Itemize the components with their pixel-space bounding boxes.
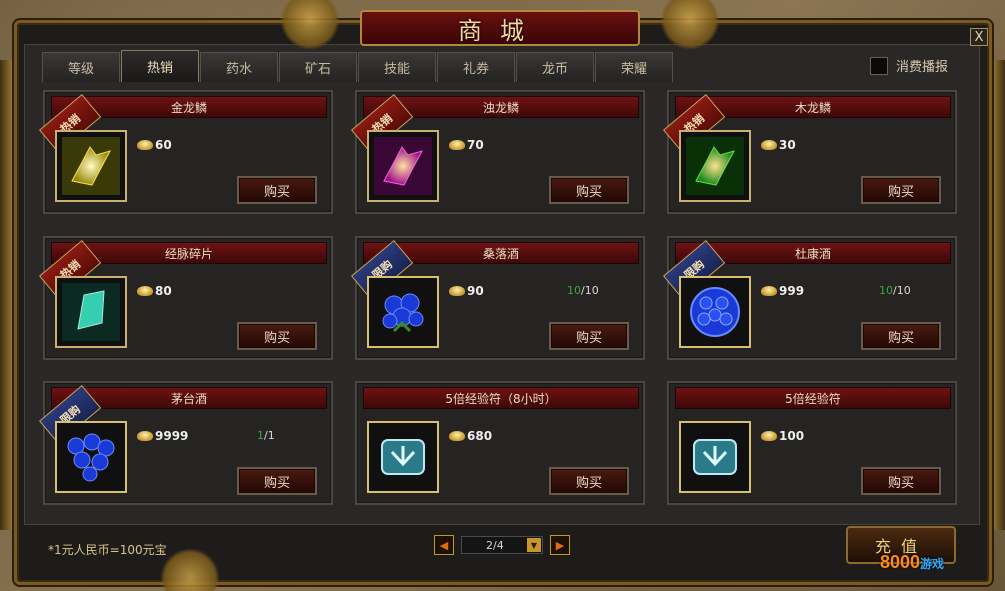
purchase-limit: 10/10: [567, 284, 599, 297]
purple-scale-icon[interactable]: [367, 130, 439, 202]
exchange-rate-note: *1元人民币=100元宝: [48, 543, 167, 557]
buy-button[interactable]: 购买: [861, 176, 941, 204]
item-price: 30: [779, 138, 796, 152]
buy-button[interactable]: 购买: [861, 322, 941, 350]
item-card: 木龙鳞 热销 30 购买: [663, 90, 957, 214]
tab-potion[interactable]: 药水: [200, 52, 278, 82]
tab-skill[interactable]: 技能: [358, 52, 436, 82]
green-scale-icon[interactable]: [679, 130, 751, 202]
blue-flower-bouquet-icon[interactable]: [367, 276, 439, 348]
tab-coupon[interactable]: 礼券: [437, 52, 515, 82]
item-card: 桑落酒 限购 90 10/10 购买: [351, 236, 645, 360]
item-grid: 金龙鳞 热销 60 购买 浊龙鳞 热销 70 购买 木龙鳞 热销 30 购买 经…: [39, 90, 959, 506]
item-card: 5倍经验符 100 购买: [667, 381, 957, 505]
crystal-shard-icon[interactable]: [55, 276, 127, 348]
broadcast-toggle[interactable]: 消费播报: [870, 56, 948, 75]
chevron-down-icon[interactable]: ▼: [527, 538, 541, 552]
ingot-icon: [761, 286, 777, 296]
title-plate: 商城: [360, 10, 640, 46]
item-price: 90: [467, 284, 484, 298]
gold-scale-icon[interactable]: [55, 130, 127, 202]
purchase-limit: 1/1: [257, 429, 275, 442]
page-title: 商城: [458, 16, 542, 45]
exp-scroll-icon[interactable]: [679, 421, 751, 493]
buy-button[interactable]: 购买: [237, 467, 317, 495]
buy-button[interactable]: 购买: [237, 176, 317, 204]
tab-ore[interactable]: 矿石: [279, 52, 357, 82]
ingot-icon: [449, 431, 465, 441]
item-price: 80: [155, 284, 172, 298]
item-card: 浊龙鳞 热销 70 购买: [351, 90, 645, 214]
blue-rose-bunch-icon[interactable]: [55, 421, 127, 493]
item-card: 金龙鳞 热销 60 购买: [39, 90, 333, 214]
buy-button[interactable]: 购买: [237, 322, 317, 350]
item-name: 5倍经验符（8小时）: [363, 387, 639, 409]
ingot-icon: [137, 140, 153, 150]
purchase-limit: 10/10: [879, 284, 911, 297]
limit-remaining: 10: [879, 284, 893, 297]
next-page-button[interactable]: ▶: [550, 535, 570, 555]
category-tabs: 等级 热销 药水 矿石 技能 礼券 龙币 荣耀: [42, 50, 674, 82]
item-card: 5倍经验符（8小时） 680 购买: [355, 381, 645, 505]
tab-level[interactable]: 等级: [42, 52, 120, 82]
close-button[interactable]: X: [970, 28, 988, 46]
ingot-icon: [761, 431, 777, 441]
page-indicator: 2/4: [486, 538, 504, 552]
item-card: 杜康酒 限购 999 10/10 购买: [663, 236, 957, 360]
tab-honor[interactable]: 荣耀: [595, 52, 673, 82]
watermark-main: 8000: [880, 552, 921, 572]
watermark-sub: 游戏: [920, 557, 945, 571]
tab-hot[interactable]: 热销: [121, 50, 199, 82]
tab-dragon-coin[interactable]: 龙币: [516, 52, 594, 82]
bottom-ornament: [160, 548, 220, 591]
item-card: 茅台酒 限购 9999 1/1 购买: [39, 381, 333, 505]
buy-button[interactable]: 购买: [549, 176, 629, 204]
ingot-icon: [137, 286, 153, 296]
buy-button[interactable]: 购买: [549, 322, 629, 350]
buy-button[interactable]: 购买: [549, 467, 629, 495]
ingot-icon: [137, 431, 153, 441]
limit-remaining: 1: [257, 429, 264, 442]
title-ornament-right: [660, 0, 720, 50]
item-price: 100: [779, 429, 805, 443]
limit-max: /10: [893, 284, 911, 297]
blue-rose-ball-icon[interactable]: [679, 276, 751, 348]
item-card: 经脉碎片 热销 80 购买: [39, 236, 333, 360]
pagination: ◀ 2/4 ▼ ▶: [434, 535, 570, 555]
item-price: 999: [779, 284, 805, 298]
item-price: 9999: [155, 429, 189, 443]
ingot-icon: [761, 140, 777, 150]
limit-max: /1: [264, 429, 275, 442]
item-price: 70: [467, 138, 484, 152]
limit-max: /10: [581, 284, 599, 297]
broadcast-label: 消费播报: [896, 60, 949, 75]
exp-scroll-icon[interactable]: [367, 421, 439, 493]
title-ornament-left: [280, 0, 340, 50]
item-price: 680: [467, 429, 493, 443]
ingot-icon: [449, 140, 465, 150]
broadcast-checkbox[interactable]: [870, 56, 888, 75]
item-name: 5倍经验符: [675, 387, 951, 409]
prev-page-button[interactable]: ◀: [434, 535, 454, 555]
limit-remaining: 10: [567, 284, 581, 297]
buy-button[interactable]: 购买: [861, 467, 941, 495]
page-select[interactable]: 2/4 ▼: [461, 536, 543, 554]
item-price: 60: [155, 138, 172, 152]
site-watermark: 8000游戏: [880, 552, 944, 573]
ingot-icon: [449, 286, 465, 296]
